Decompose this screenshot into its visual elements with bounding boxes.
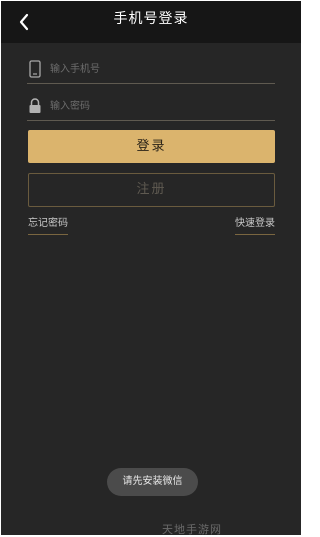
watermark: 天地手游网	[162, 523, 222, 535]
forgot-password-link[interactable]: 忘记密码	[28, 216, 68, 235]
register-button[interactable]: 注册	[28, 173, 275, 207]
login-screen: 手机号登录 登录 注册 忘记密码 快速登录 请先安装微信 天地手游网	[1, 1, 301, 535]
top-bar: 手机号登录	[1, 1, 301, 43]
page-title: 手机号登录	[113, 11, 189, 27]
lock-icon	[29, 98, 41, 113]
phone-input[interactable]	[50, 57, 270, 81]
quick-login-link[interactable]: 快速登录	[235, 216, 275, 235]
toast-message: 请先安装微信	[107, 468, 198, 496]
password-input[interactable]	[50, 94, 270, 118]
phone-icon	[29, 60, 41, 78]
phone-field[interactable]	[27, 57, 275, 84]
password-field[interactable]	[27, 94, 275, 121]
login-button[interactable]: 登录	[28, 130, 275, 163]
